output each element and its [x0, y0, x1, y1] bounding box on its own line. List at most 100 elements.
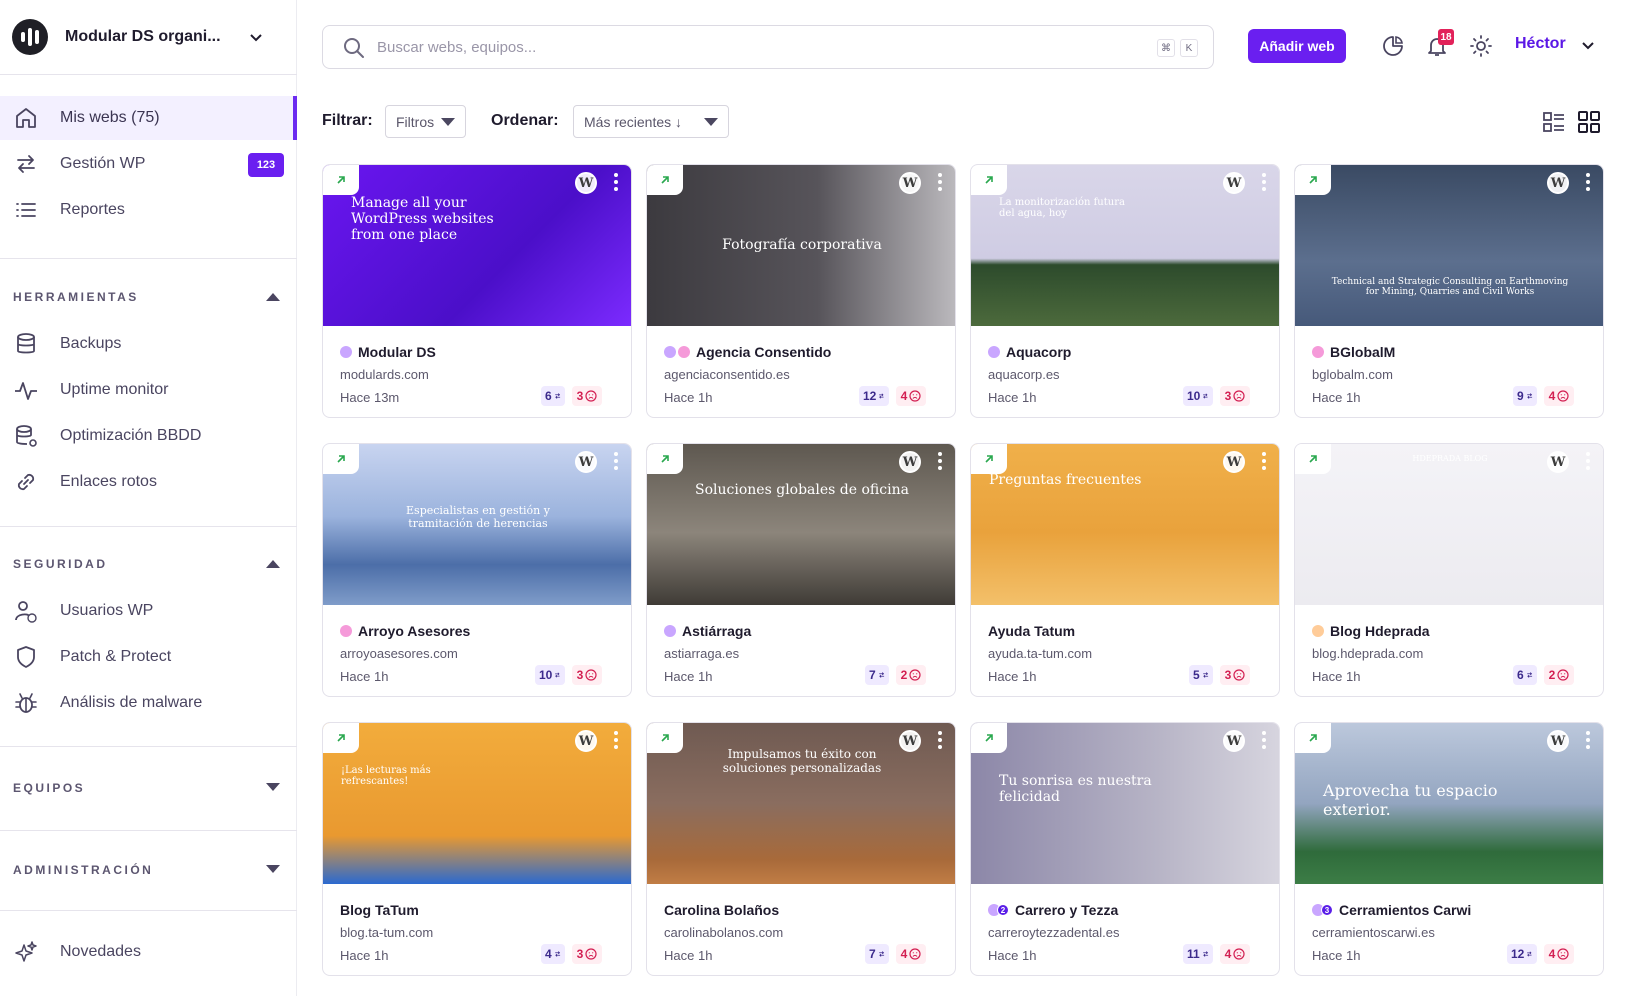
site-thumbnail[interactable]: Technical and Strategic Consulting on Ea…: [1295, 165, 1603, 326]
pending-updates-chip[interactable]: 10: [535, 665, 565, 685]
sidebar-item-patch-protect[interactable]: Patch & Protect: [0, 635, 297, 679]
site-thumbnail[interactable]: Fotografía corporativa W: [647, 165, 955, 326]
alerts-chip[interactable]: 3: [1220, 665, 1250, 685]
site-card[interactable]: Tu sonrisa es nuestra felicidad W 2 Carre…: [970, 722, 1280, 976]
sidebar-item-mis-webs[interactable]: Mis webs (75): [0, 96, 297, 140]
chevron-down-icon[interactable]: [1580, 38, 1596, 54]
alerts-chip[interactable]: 3: [572, 665, 602, 685]
site-card[interactable]: La monitorización futura del agua, hoy W…: [970, 164, 1280, 418]
site-thumbnail[interactable]: Impulsamos tu éxito con soluciones perso…: [647, 723, 955, 884]
add-web-button[interactable]: Añadir web: [1248, 29, 1346, 63]
external-link-icon[interactable]: [1295, 444, 1331, 474]
site-name[interactable]: 3 Cerramientos Carwi: [1312, 902, 1471, 918]
section-title-equipos[interactable]: EQUIPOS: [13, 781, 85, 795]
site-name[interactable]: Arroyo Asesores: [340, 623, 470, 639]
external-link-icon[interactable]: [971, 444, 1007, 474]
pending-updates-chip[interactable]: 10: [1183, 386, 1213, 406]
external-link-icon[interactable]: [323, 444, 359, 474]
more-options-icon[interactable]: [614, 731, 618, 752]
more-options-icon[interactable]: [1262, 731, 1266, 752]
site-thumbnail[interactable]: Especialistas en gestión y tramitación d…: [323, 444, 631, 605]
caret-up-icon[interactable]: [266, 560, 280, 568]
more-options-icon[interactable]: [1262, 173, 1266, 194]
pending-updates-chip[interactable]: 6: [541, 386, 565, 406]
site-thumbnail[interactable]: Tu sonrisa es nuestra felicidad W: [971, 723, 1279, 884]
alerts-chip[interactable]: 3: [572, 944, 602, 964]
site-thumbnail[interactable]: ¡Las lecturas más refrescantes! W: [323, 723, 631, 884]
pending-updates-chip[interactable]: 9: [1513, 386, 1537, 406]
site-name[interactable]: Astiárraga: [664, 623, 751, 639]
external-link-icon[interactable]: [323, 165, 359, 195]
site-name[interactable]: Carolina Bolaños: [664, 902, 779, 918]
more-options-icon[interactable]: [938, 452, 942, 473]
pending-updates-chip[interactable]: 5: [1189, 665, 1213, 685]
pending-updates-chip[interactable]: 12: [859, 386, 889, 406]
alerts-chip[interactable]: 2: [896, 665, 926, 685]
search-input[interactable]: Buscar webs, equipos... ⌘ K: [322, 25, 1214, 69]
external-link-icon[interactable]: [323, 723, 359, 753]
site-name[interactable]: Modular DS: [340, 344, 436, 360]
more-options-icon[interactable]: [614, 173, 618, 194]
site-name[interactable]: Agencia Consentido: [664, 344, 831, 360]
site-name[interactable]: Blog TaTum: [340, 902, 419, 918]
site-card[interactable]: Preguntas frecuentes W Ayuda Tatum ayuda…: [970, 443, 1280, 697]
alerts-chip[interactable]: 2: [1544, 665, 1574, 685]
external-link-icon[interactable]: [647, 444, 683, 474]
pending-updates-chip[interactable]: 7: [865, 665, 889, 685]
sidebar-item-uptime-monitor[interactable]: Uptime monitor: [0, 368, 297, 412]
site-name[interactable]: Ayuda Tatum: [988, 623, 1075, 639]
site-thumbnail[interactable]: Aprovecha tu espacio exterior. W: [1295, 723, 1603, 884]
more-options-icon[interactable]: [1586, 173, 1590, 194]
site-card[interactable]: ¡Las lecturas más refrescantes! W Blog T…: [322, 722, 632, 976]
sidebar-item-gestion-wp[interactable]: Gestión WP 123: [0, 142, 297, 186]
site-thumbnail[interactable]: La monitorización futura del agua, hoy W: [971, 165, 1279, 326]
org-switcher[interactable]: Modular DS organi...: [12, 17, 284, 57]
list-view-icon[interactable]: [1542, 110, 1566, 134]
site-card[interactable]: Fotografía corporativa W Agencia Consent…: [646, 164, 956, 418]
pending-updates-chip[interactable]: 4: [541, 944, 565, 964]
site-thumbnail[interactable]: Soluciones globales de oficina W: [647, 444, 955, 605]
alerts-chip[interactable]: 3: [572, 386, 602, 406]
sidebar-item-reportes[interactable]: Reportes: [0, 188, 297, 232]
site-thumbnail[interactable]: Preguntas frecuentes W: [971, 444, 1279, 605]
sidebar-item-optimizacion-bbdd[interactable]: Optimización BBDD: [0, 414, 297, 458]
alerts-chip[interactable]: 4: [896, 386, 926, 406]
site-card[interactable]: Manage all your WordPress websites from …: [322, 164, 632, 418]
section-title-administracion[interactable]: ADMINISTRACIÓN: [13, 863, 153, 877]
external-link-icon[interactable]: [971, 165, 1007, 195]
site-thumbnail[interactable]: HDEPRADA BLOG W: [1295, 444, 1603, 605]
alerts-chip[interactable]: 4: [896, 944, 926, 964]
sidebar-item-usuarios-wp[interactable]: Usuarios WP: [0, 589, 297, 633]
external-link-icon[interactable]: [647, 723, 683, 753]
more-options-icon[interactable]: [938, 173, 942, 194]
more-options-icon[interactable]: [938, 731, 942, 752]
site-card[interactable]: HDEPRADA BLOG W Blog Hdeprada blog.hdepr…: [1294, 443, 1604, 697]
alerts-chip[interactable]: 4: [1220, 944, 1250, 964]
pending-updates-chip[interactable]: 6: [1513, 665, 1537, 685]
grid-view-icon[interactable]: [1577, 110, 1601, 134]
caret-down-icon[interactable]: [266, 865, 280, 873]
external-link-icon[interactable]: [1295, 723, 1331, 753]
pending-updates-chip[interactable]: 7: [865, 944, 889, 964]
site-card[interactable]: Soluciones globales de oficina W Astiárr…: [646, 443, 956, 697]
external-link-icon[interactable]: [647, 165, 683, 195]
more-options-icon[interactable]: [1262, 452, 1266, 473]
filter-select[interactable]: Filtros: [385, 105, 466, 138]
sun-icon[interactable]: [1469, 34, 1493, 58]
more-options-icon[interactable]: [614, 452, 618, 473]
external-link-icon[interactable]: [1295, 165, 1331, 195]
site-card[interactable]: Technical and Strategic Consulting on Ea…: [1294, 164, 1604, 418]
sidebar-item-enlaces-rotos[interactable]: Enlaces rotos: [0, 460, 297, 504]
site-name[interactable]: BGlobalM: [1312, 344, 1395, 360]
alerts-chip[interactable]: 3: [1220, 386, 1250, 406]
caret-up-icon[interactable]: [266, 293, 280, 301]
site-card[interactable]: Aprovecha tu espacio exterior. W 3 Cerram…: [1294, 722, 1604, 976]
alerts-chip[interactable]: 4: [1544, 944, 1574, 964]
pending-updates-chip[interactable]: 11: [1183, 944, 1213, 964]
alerts-chip[interactable]: 4: [1544, 386, 1574, 406]
site-name[interactable]: Aquacorp: [988, 344, 1071, 360]
sidebar-item-novedades[interactable]: Novedades: [0, 930, 297, 974]
sort-select[interactable]: Más recientes ↓: [573, 105, 729, 138]
caret-down-icon[interactable]: [266, 783, 280, 791]
site-card[interactable]: Impulsamos tu éxito con soluciones perso…: [646, 722, 956, 976]
